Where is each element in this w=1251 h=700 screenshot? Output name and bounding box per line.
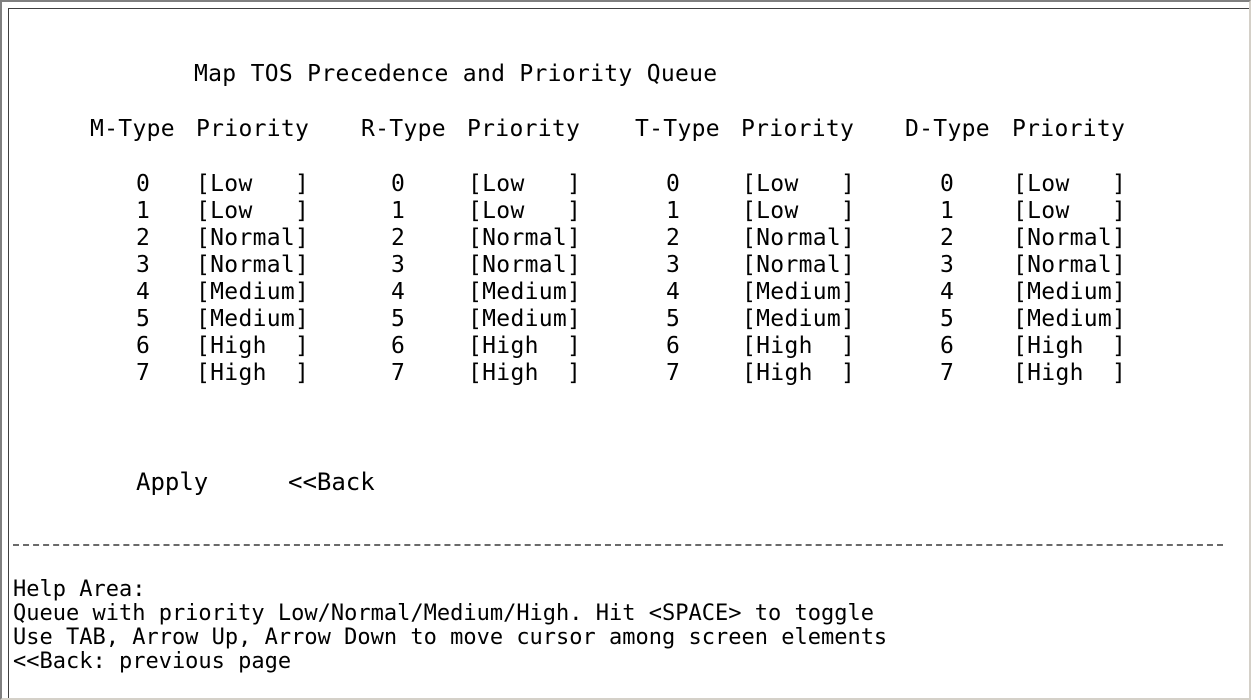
t-type-header: T-Type <box>635 116 720 142</box>
t-type-value-6: 6 <box>666 333 681 359</box>
d-type-value-7: 7 <box>940 360 955 386</box>
t-type-value-0: 0 <box>666 171 681 197</box>
m-type-value-2: 2 <box>136 225 151 251</box>
m-priority-toggle-7[interactable]: [High ] <box>196 360 309 387</box>
help-line-3: <<Back: previous page <box>13 649 292 674</box>
m-priority-header: Priority <box>196 116 310 142</box>
back-button[interactable]: <<Back <box>288 468 375 496</box>
t-priority-header: Priority <box>741 116 855 142</box>
t-priority-toggle-6[interactable]: [High ] <box>742 333 855 360</box>
t-priority-toggle-0[interactable]: [Low ] <box>742 171 855 198</box>
m-type-value-1: 1 <box>136 198 151 224</box>
d-priority-toggle-6[interactable]: [High ] <box>1013 333 1126 360</box>
d-type-value-1: 1 <box>940 198 955 224</box>
r-type-value-2: 2 <box>391 225 406 251</box>
d-priority-toggle-1[interactable]: [Low ] <box>1013 198 1126 225</box>
help-divider <box>13 544 1223 546</box>
r-priority-toggle-3[interactable]: [Normal] <box>468 252 581 279</box>
r-type-value-5: 5 <box>391 306 406 332</box>
t-type-value-7: 7 <box>666 360 681 386</box>
d-priority-toggle-3[interactable]: [Normal] <box>1013 252 1126 279</box>
r-type-value-3: 3 <box>391 252 406 278</box>
t-type-value-1: 1 <box>666 198 681 224</box>
m-priority-toggle-3[interactable]: [Normal] <box>196 252 309 279</box>
m-priority-toggle-6[interactable]: [High ] <box>196 333 309 360</box>
help-line-1: Queue with priority Low/Normal/Medium/Hi… <box>13 601 874 626</box>
d-priority-header: Priority <box>1012 116 1126 142</box>
t-type-value-5: 5 <box>666 306 681 332</box>
t-priority-toggle-2[interactable]: [Normal] <box>742 225 855 252</box>
r-type-value-6: 6 <box>391 333 406 359</box>
r-priority-toggle-4[interactable]: [Medium] <box>468 279 581 306</box>
m-priority-toggle-5[interactable]: [Medium] <box>196 306 309 333</box>
m-type-value-6: 6 <box>136 333 151 359</box>
r-type-value-0: 0 <box>391 171 406 197</box>
d-priority-toggle-5[interactable]: [Medium] <box>1013 306 1126 333</box>
d-type-value-0: 0 <box>940 171 955 197</box>
r-type-value-1: 1 <box>391 198 406 224</box>
r-priority-toggle-2[interactable]: [Normal] <box>468 225 581 252</box>
t-type-value-3: 3 <box>666 252 681 278</box>
d-type-value-6: 6 <box>940 333 955 359</box>
terminal-window: Map TOS Precedence and Priority Queue M-… <box>0 0 1251 700</box>
t-type-value-4: 4 <box>666 279 681 305</box>
t-priority-toggle-1[interactable]: [Low ] <box>742 198 855 225</box>
apply-button[interactable]: Apply <box>136 468 208 496</box>
d-type-header: D-Type <box>905 116 990 142</box>
d-type-value-3: 3 <box>940 252 955 278</box>
r-priority-toggle-0[interactable]: [Low ] <box>468 171 581 198</box>
help-heading: Help Area: <box>13 577 146 602</box>
m-type-value-3: 3 <box>136 252 151 278</box>
m-priority-toggle-0[interactable]: [Low ] <box>196 171 309 198</box>
r-priority-toggle-1[interactable]: [Low ] <box>468 198 581 225</box>
m-priority-toggle-1[interactable]: [Low ] <box>196 198 309 225</box>
r-type-header: R-Type <box>361 116 446 142</box>
m-priority-toggle-4[interactable]: [Medium] <box>196 279 309 306</box>
m-type-header: M-Type <box>90 116 175 142</box>
d-type-value-2: 2 <box>940 225 955 251</box>
page-title: Map TOS Precedence and Priority Queue <box>194 61 718 87</box>
r-priority-header: Priority <box>467 116 581 142</box>
d-priority-toggle-0[interactable]: [Low ] <box>1013 171 1126 198</box>
m-type-value-7: 7 <box>136 360 151 386</box>
r-priority-toggle-6[interactable]: [High ] <box>468 333 581 360</box>
d-type-value-5: 5 <box>940 306 955 332</box>
d-type-value-4: 4 <box>940 279 955 305</box>
t-priority-toggle-4[interactable]: [Medium] <box>742 279 855 306</box>
r-type-value-4: 4 <box>391 279 406 305</box>
m-type-value-5: 5 <box>136 306 151 332</box>
d-priority-toggle-2[interactable]: [Normal] <box>1013 225 1126 252</box>
t-type-value-2: 2 <box>666 225 681 251</box>
r-type-value-7: 7 <box>391 360 406 386</box>
r-priority-toggle-5[interactable]: [Medium] <box>468 306 581 333</box>
t-priority-toggle-7[interactable]: [High ] <box>742 360 855 387</box>
m-type-value-0: 0 <box>136 171 151 197</box>
help-line-2: Use TAB, Arrow Up, Arrow Down to move cu… <box>13 625 888 650</box>
m-type-value-4: 4 <box>136 279 151 305</box>
d-priority-toggle-7[interactable]: [High ] <box>1013 360 1126 387</box>
t-priority-toggle-3[interactable]: [Normal] <box>742 252 855 279</box>
m-priority-toggle-2[interactable]: [Normal] <box>196 225 309 252</box>
d-priority-toggle-4[interactable]: [Medium] <box>1013 279 1126 306</box>
r-priority-toggle-7[interactable]: [High ] <box>468 360 581 387</box>
t-priority-toggle-5[interactable]: [Medium] <box>742 306 855 333</box>
